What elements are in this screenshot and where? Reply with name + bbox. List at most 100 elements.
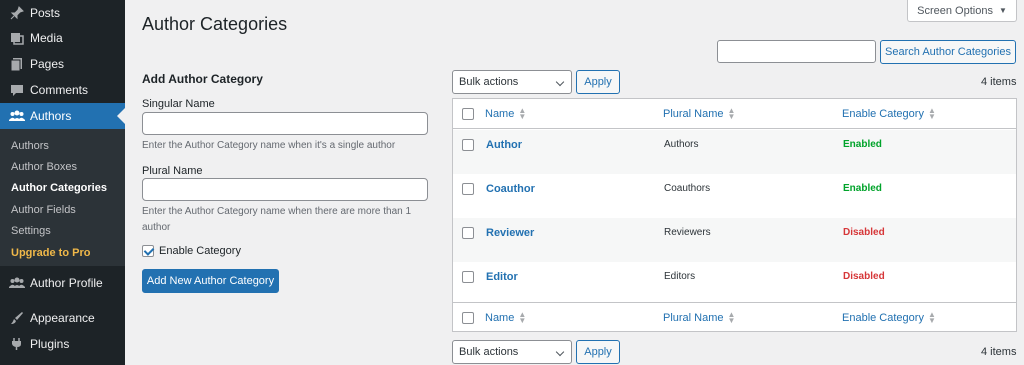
plural-name-input[interactable] bbox=[142, 178, 428, 201]
row-checkbox[interactable] bbox=[462, 183, 474, 195]
plural-name-cell: Coauthors bbox=[664, 183, 711, 194]
chevron-down-icon bbox=[555, 77, 565, 87]
submenu-item-author-fields[interactable]: Author Fields bbox=[11, 204, 76, 216]
apply-button-top[interactable]: Apply bbox=[576, 70, 620, 94]
menu-item-authors[interactable]: Authors bbox=[0, 103, 125, 129]
column-header-label: Enable Category bbox=[842, 312, 924, 324]
sort-icon: ▲ ▼ bbox=[518, 310, 527, 325]
admin-sidebar: Posts Media Pages Comments Authors Autho… bbox=[0, 0, 125, 365]
menu-item-appearance[interactable]: Appearance bbox=[0, 305, 125, 331]
singular-name-label: Singular Name bbox=[142, 98, 215, 110]
status-badge: Disabled bbox=[843, 271, 885, 282]
menu-item-media[interactable]: Media bbox=[0, 25, 125, 51]
status-badge: Enabled bbox=[843, 183, 882, 194]
menu-item-label: Posts bbox=[30, 6, 61, 20]
author-categories-table: Name ▲ ▼ Plural Name ▲ ▼ Enable Category ▲… bbox=[452, 98, 1017, 332]
plug-icon bbox=[9, 336, 25, 352]
sort-icon: ▲ ▼ bbox=[927, 106, 936, 121]
singular-name-help: Enter the Author Category name when it's… bbox=[142, 140, 396, 151]
users-icon bbox=[9, 275, 25, 291]
column-header-enable-category[interactable]: Enable Category ▲ ▼ bbox=[842, 106, 936, 121]
bulk-actions-label: Bulk actions bbox=[459, 346, 519, 358]
singular-name-input[interactable] bbox=[142, 112, 428, 135]
menu-item-label: Authors bbox=[30, 109, 72, 123]
category-name-link[interactable]: Author bbox=[486, 139, 522, 151]
column-header-label: Plural Name bbox=[663, 108, 724, 120]
select-all-checkbox[interactable] bbox=[462, 108, 474, 120]
sort-icon: ▲ ▼ bbox=[727, 310, 736, 325]
brush-icon bbox=[9, 310, 25, 326]
submenu-item-authors[interactable]: Authors bbox=[11, 140, 49, 152]
menu-item-label: Plugins bbox=[30, 337, 70, 351]
plural-name-cell: Editors bbox=[664, 271, 696, 282]
table-row: Author Authors Enabled bbox=[453, 130, 1016, 174]
table-row: Coauthor Coauthors Enabled bbox=[453, 174, 1016, 218]
submenu-item-author-boxes[interactable]: Author Boxes bbox=[11, 161, 77, 173]
items-count-bottom: 4 items bbox=[981, 346, 1017, 358]
select-all-checkbox[interactable] bbox=[462, 312, 474, 324]
enable-category-label: Enable Category bbox=[159, 245, 241, 257]
bulk-actions-select-top[interactable]: Bulk actions bbox=[452, 70, 572, 94]
pages-icon bbox=[9, 56, 25, 72]
category-name-link[interactable]: Reviewer bbox=[486, 227, 534, 239]
search-input[interactable] bbox=[717, 40, 876, 63]
plural-name-cell: Reviewers bbox=[664, 227, 711, 238]
column-header-label: Enable Category bbox=[842, 108, 924, 120]
caret-down-icon: ▼ bbox=[998, 6, 1007, 15]
bulk-actions-select-bottom[interactable]: Bulk actions bbox=[452, 340, 572, 364]
table-footer: Name ▲ ▼ Plural Name ▲ ▼ Enable Category ▲… bbox=[453, 302, 1016, 332]
menu-item-posts[interactable]: Posts bbox=[0, 0, 125, 26]
submenu-item-settings[interactable]: Settings bbox=[11, 225, 51, 237]
chevron-down-icon bbox=[555, 347, 565, 357]
plural-name-cell: Authors bbox=[664, 139, 699, 150]
apply-button-bottom[interactable]: Apply bbox=[576, 340, 620, 364]
screen-options-label: Screen Options bbox=[917, 4, 993, 17]
screen-options-button[interactable]: Screen Options ▼ bbox=[907, 0, 1017, 22]
table-header: Name ▲ ▼ Plural Name ▲ ▼ Enable Category ▲… bbox=[453, 99, 1016, 129]
menu-item-pages[interactable]: Pages bbox=[0, 51, 125, 77]
status-badge: Enabled bbox=[843, 139, 882, 150]
column-header-name[interactable]: Name ▲ ▼ bbox=[485, 106, 527, 121]
menu-item-author-profile[interactable]: Author Profile bbox=[0, 270, 125, 296]
add-new-author-category-button[interactable]: Add New Author Category bbox=[142, 269, 279, 293]
bulk-actions-label: Bulk actions bbox=[459, 76, 519, 88]
column-header-label: Name bbox=[485, 108, 515, 120]
row-checkbox[interactable] bbox=[462, 139, 474, 151]
enable-category-checkbox[interactable] bbox=[142, 245, 154, 257]
add-category-title: Add Author Category bbox=[142, 72, 263, 86]
menu-item-label: Author Profile bbox=[30, 276, 103, 290]
users-icon bbox=[9, 108, 25, 124]
sort-icon: ▲ ▼ bbox=[518, 106, 527, 121]
menu-item-label: Appearance bbox=[30, 311, 95, 325]
submenu-item-author-categories[interactable]: Author Categories bbox=[11, 182, 107, 194]
status-badge: Disabled bbox=[843, 227, 885, 238]
column-footer-name[interactable]: Name ▲ ▼ bbox=[485, 310, 527, 325]
column-header-label: Plural Name bbox=[663, 312, 724, 324]
comments-icon bbox=[9, 82, 25, 98]
plural-name-help: Enter the Author Category name when ther… bbox=[142, 206, 412, 233]
table-row: Editor Editors Disabled bbox=[453, 262, 1016, 306]
row-checkbox[interactable] bbox=[462, 271, 474, 283]
column-header-label: Name bbox=[485, 312, 515, 324]
menu-item-label: Pages bbox=[30, 57, 65, 71]
column-header-plural-name[interactable]: Plural Name ▲ ▼ bbox=[663, 106, 736, 121]
menu-item-label: Comments bbox=[30, 83, 89, 97]
menu-item-comments[interactable]: Comments bbox=[0, 77, 125, 103]
sort-icon: ▲ ▼ bbox=[927, 310, 936, 325]
menu-item-label: Media bbox=[30, 31, 63, 45]
authors-submenu: Authors Author Boxes Author Categories A… bbox=[0, 129, 125, 266]
items-count-top: 4 items bbox=[981, 76, 1017, 88]
pin-icon bbox=[9, 5, 25, 21]
column-footer-plural-name[interactable]: Plural Name ▲ ▼ bbox=[663, 310, 736, 325]
media-icon bbox=[9, 30, 25, 46]
table-row: Reviewer Reviewers Disabled bbox=[453, 218, 1016, 262]
row-checkbox[interactable] bbox=[462, 227, 474, 239]
category-name-link[interactable]: Editor bbox=[486, 271, 518, 283]
submenu-item-upgrade-to-pro[interactable]: Upgrade to Pro bbox=[11, 247, 90, 259]
column-footer-enable-category[interactable]: Enable Category ▲ ▼ bbox=[842, 310, 936, 325]
menu-item-plugins[interactable]: Plugins bbox=[0, 331, 125, 357]
search-author-categories-button[interactable]: Search Author Categories bbox=[880, 40, 1016, 64]
plural-name-label: Plural Name bbox=[142, 165, 203, 177]
sort-icon: ▲ ▼ bbox=[727, 106, 736, 121]
category-name-link[interactable]: Coauthor bbox=[486, 183, 535, 195]
